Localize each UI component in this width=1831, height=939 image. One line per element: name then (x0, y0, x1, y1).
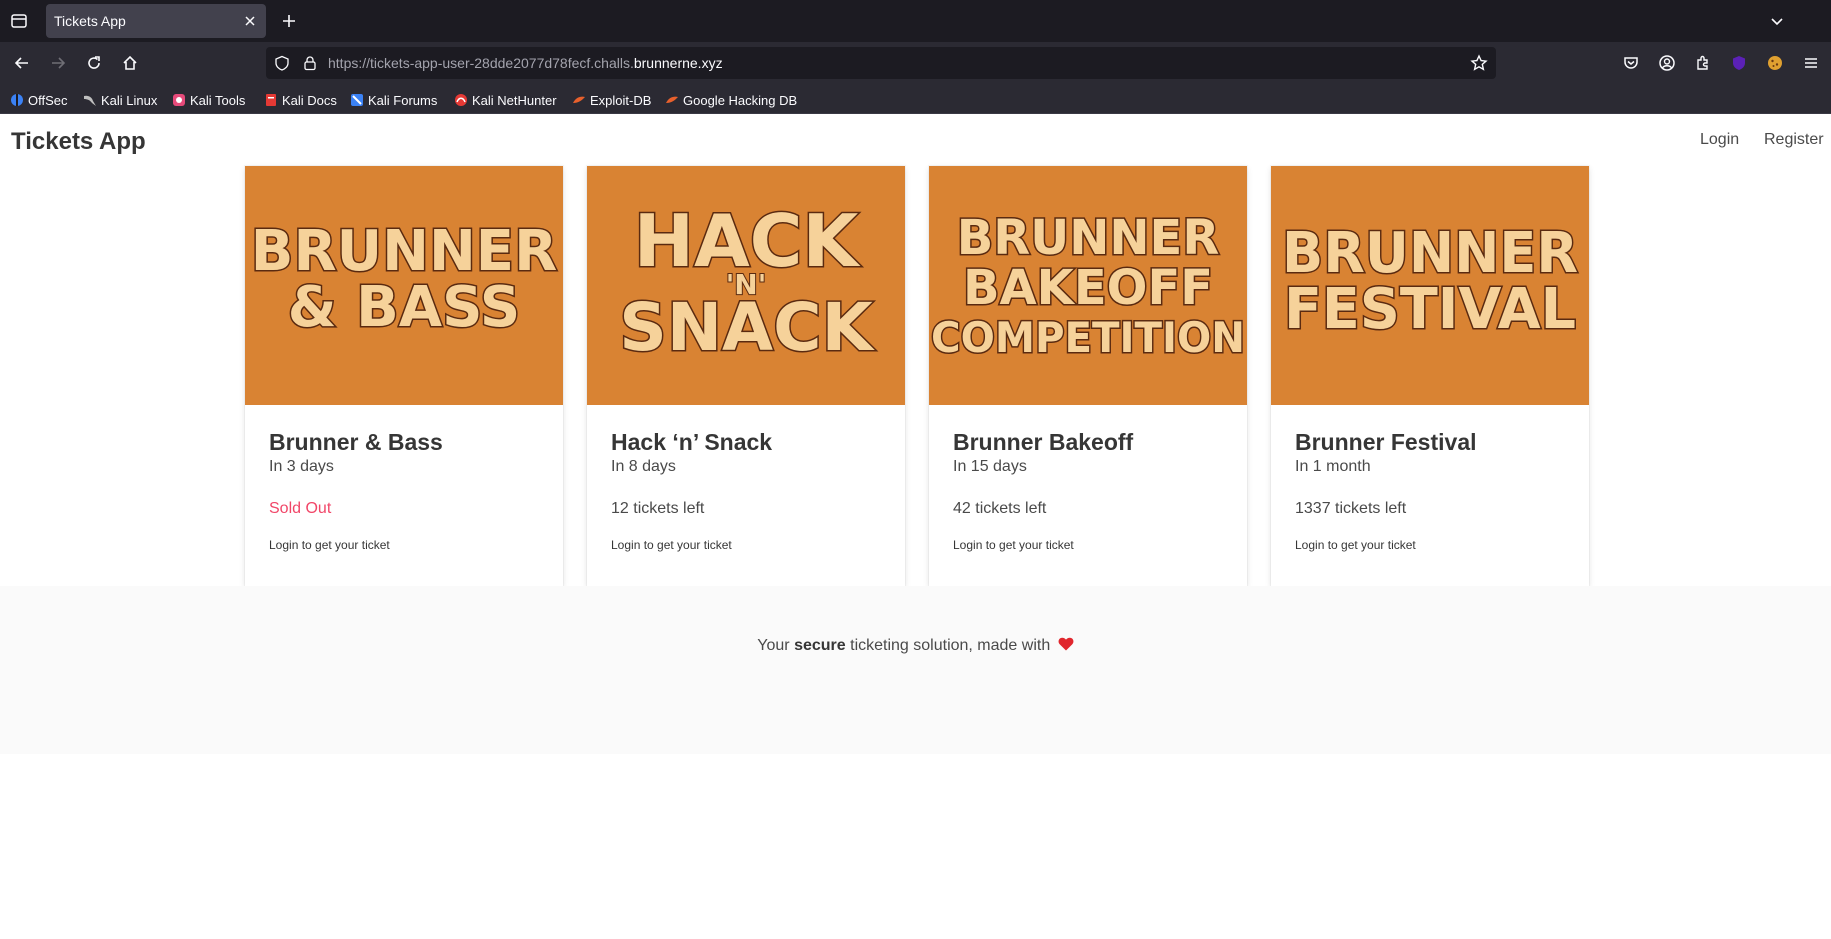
chevron-down-icon[interactable] (1768, 12, 1786, 30)
bookmark-label: Exploit-DB (590, 92, 652, 108)
home-icon[interactable] (121, 54, 139, 72)
banner-line: FESTIVAL (1284, 277, 1576, 342)
event-banner-art: BRUNNER FESTIVAL (1281, 220, 1580, 344)
ticket-status: 42 tickets left (953, 500, 1047, 517)
offsec-icon (11, 94, 23, 106)
forward-icon[interactable] (49, 54, 67, 72)
event-title: Brunner Bakeoff (953, 429, 1134, 455)
banner-line: COMPETITION (931, 313, 1245, 362)
bookmark-kali-nethunter[interactable]: Kali NetHunter (454, 91, 557, 109)
event-date: In 3 days (269, 458, 334, 475)
tab-list-icon[interactable] (10, 12, 28, 30)
banner-line: & BASS (288, 275, 521, 340)
kali-tools-icon (173, 94, 185, 106)
event-title: Hack ‘n’ Snack (611, 429, 773, 455)
brand-title[interactable]: Tickets App (11, 128, 146, 156)
kali-dragon-icon (84, 95, 96, 106)
ticket-status: 12 tickets left (611, 500, 705, 517)
event-card-body: Brunner Bakeoff In 15 days 42 tickets le… (953, 428, 1233, 552)
pocket-icon[interactable] (1622, 54, 1640, 72)
login-to-get-ticket-link[interactable]: Login to get your ticket (611, 538, 891, 552)
shield-icon[interactable] (274, 55, 290, 71)
login-to-get-ticket-link[interactable]: Login to get your ticket (269, 538, 549, 552)
footer-text: Your secure ticketing solution, made wit… (0, 637, 1831, 655)
extensions-icon[interactable] (1694, 54, 1712, 72)
bookmark-kali-tools[interactable]: Kali Tools (172, 91, 245, 109)
footer-emphasis: secure (794, 637, 846, 654)
cookie-extension-icon[interactable] (1766, 54, 1784, 72)
bookmark-star-icon[interactable] (1470, 54, 1488, 72)
bookmark-google-hacking-db[interactable]: Google Hacking DB (665, 91, 797, 109)
google-hacking-db-icon (666, 96, 678, 103)
close-icon[interactable] (242, 13, 258, 29)
extension-shield-icon[interactable] (1730, 54, 1748, 72)
event-cards: BRUNNER & BASS Brunner & Bass In 3 days … (0, 166, 1831, 586)
url-domain: brunnerne.xyz (633, 55, 723, 71)
ticket-status: Sold Out (269, 500, 332, 517)
banner-line: SNACK (619, 289, 875, 366)
reload-icon[interactable] (85, 54, 103, 72)
bookmark-label: Kali Forums (368, 92, 438, 108)
register-link[interactable]: Register (1764, 131, 1824, 149)
event-date: In 8 days (611, 458, 676, 475)
bookmark-kali-docs[interactable]: Kali Docs (264, 91, 337, 109)
browser-tab[interactable]: Tickets App (46, 4, 266, 38)
ticket-status: 1337 tickets left (1295, 500, 1407, 517)
exploit-db-icon (573, 96, 585, 103)
event-date: In 15 days (953, 458, 1027, 475)
login-link[interactable]: Login (1700, 131, 1739, 149)
bookmark-label: OffSec (28, 92, 68, 108)
event-banner: BRUNNER BAKEOFF COMPETITION (929, 166, 1247, 405)
new-tab-icon[interactable] (280, 12, 298, 30)
event-banner: BRUNNER FESTIVAL (1271, 166, 1589, 405)
bookmark-exploit-db[interactable]: Exploit-DB (572, 91, 651, 109)
page-footer: Your secure ticketing solution, made wit… (0, 586, 1831, 754)
url-bar[interactable]: https://tickets-app-user-28dde2077d78fec… (266, 47, 1496, 79)
event-card-body: Hack ‘n’ Snack In 8 days 12 tickets left… (611, 428, 891, 552)
menu-icon[interactable] (1802, 54, 1820, 72)
banner-line: BRUNNER (957, 210, 1220, 266)
event-card-body: Brunner & Bass In 3 days Sold Out Login … (269, 428, 549, 552)
bookmark-label: Kali Linux (101, 92, 158, 108)
tab-title: Tickets App (54, 13, 126, 29)
url-text: https://tickets-app-user-28dde2077d78fec… (328, 55, 723, 71)
account-icon[interactable] (1658, 54, 1676, 72)
event-title: Brunner & Bass (269, 429, 443, 455)
login-to-get-ticket-link[interactable]: Login to get your ticket (1295, 538, 1575, 552)
bookmark-label: Google Hacking DB (683, 92, 798, 108)
event-banner-art: BRUNNER & BASS (249, 218, 558, 342)
browser-toolbar: https://tickets-app-user-28dde2077d78fec… (0, 42, 1831, 103)
heart-icon (1058, 637, 1074, 651)
bookmark-kali-forums[interactable]: Kali Forums (350, 91, 437, 109)
browser-tab-bar: Tickets App (0, 0, 1831, 42)
event-card: HACK 'N' SNACK Hack ‘n’ Snack In 8 days … (587, 166, 905, 586)
bookmarks-bar: OffSec Kali Linux Kali Tools Kali Docs K… (0, 84, 1831, 114)
footer-suffix: ticketing solution, made with (850, 637, 1051, 654)
bookmark-offsec[interactable]: OffSec (10, 91, 68, 109)
bookmark-label: Kali Tools (190, 92, 246, 108)
web-page: Tickets App Login Register BRUNNER & BAS… (0, 114, 1831, 939)
footer-prefix: Your (757, 637, 790, 654)
kali-nethunter-icon (455, 94, 467, 106)
kali-forums-icon (351, 94, 363, 106)
back-icon[interactable] (13, 54, 31, 72)
event-title: Brunner Festival (1295, 429, 1477, 455)
bookmark-kali-linux[interactable]: Kali Linux (83, 91, 157, 109)
event-date: In 1 month (1295, 458, 1371, 475)
url-prefix: https://tickets-app-user-28dde2077d78fec… (328, 55, 634, 71)
bookmark-label: Kali NetHunter (472, 92, 557, 108)
login-to-get-ticket-link[interactable]: Login to get your ticket (953, 538, 1233, 552)
event-banner-art: BRUNNER BAKEOFF COMPETITION (930, 209, 1247, 364)
event-card: BRUNNER & BASS Brunner & Bass In 3 days … (245, 166, 563, 586)
event-banner: BRUNNER & BASS (245, 166, 563, 405)
banner-line: BAKEOFF (963, 260, 1213, 316)
bookmark-label: Kali Docs (282, 92, 337, 108)
lock-icon[interactable] (302, 55, 318, 71)
event-card: BRUNNER FESTIVAL Brunner Festival In 1 m… (1271, 166, 1589, 586)
event-card: BRUNNER BAKEOFF COMPETITION Brunner Bake… (929, 166, 1247, 586)
event-banner: HACK 'N' SNACK (587, 166, 905, 405)
kali-docs-icon (266, 94, 276, 106)
event-banner-art: HACK 'N' SNACK (618, 198, 877, 368)
event-card-body: Brunner Festival In 1 month 1337 tickets… (1295, 428, 1575, 552)
